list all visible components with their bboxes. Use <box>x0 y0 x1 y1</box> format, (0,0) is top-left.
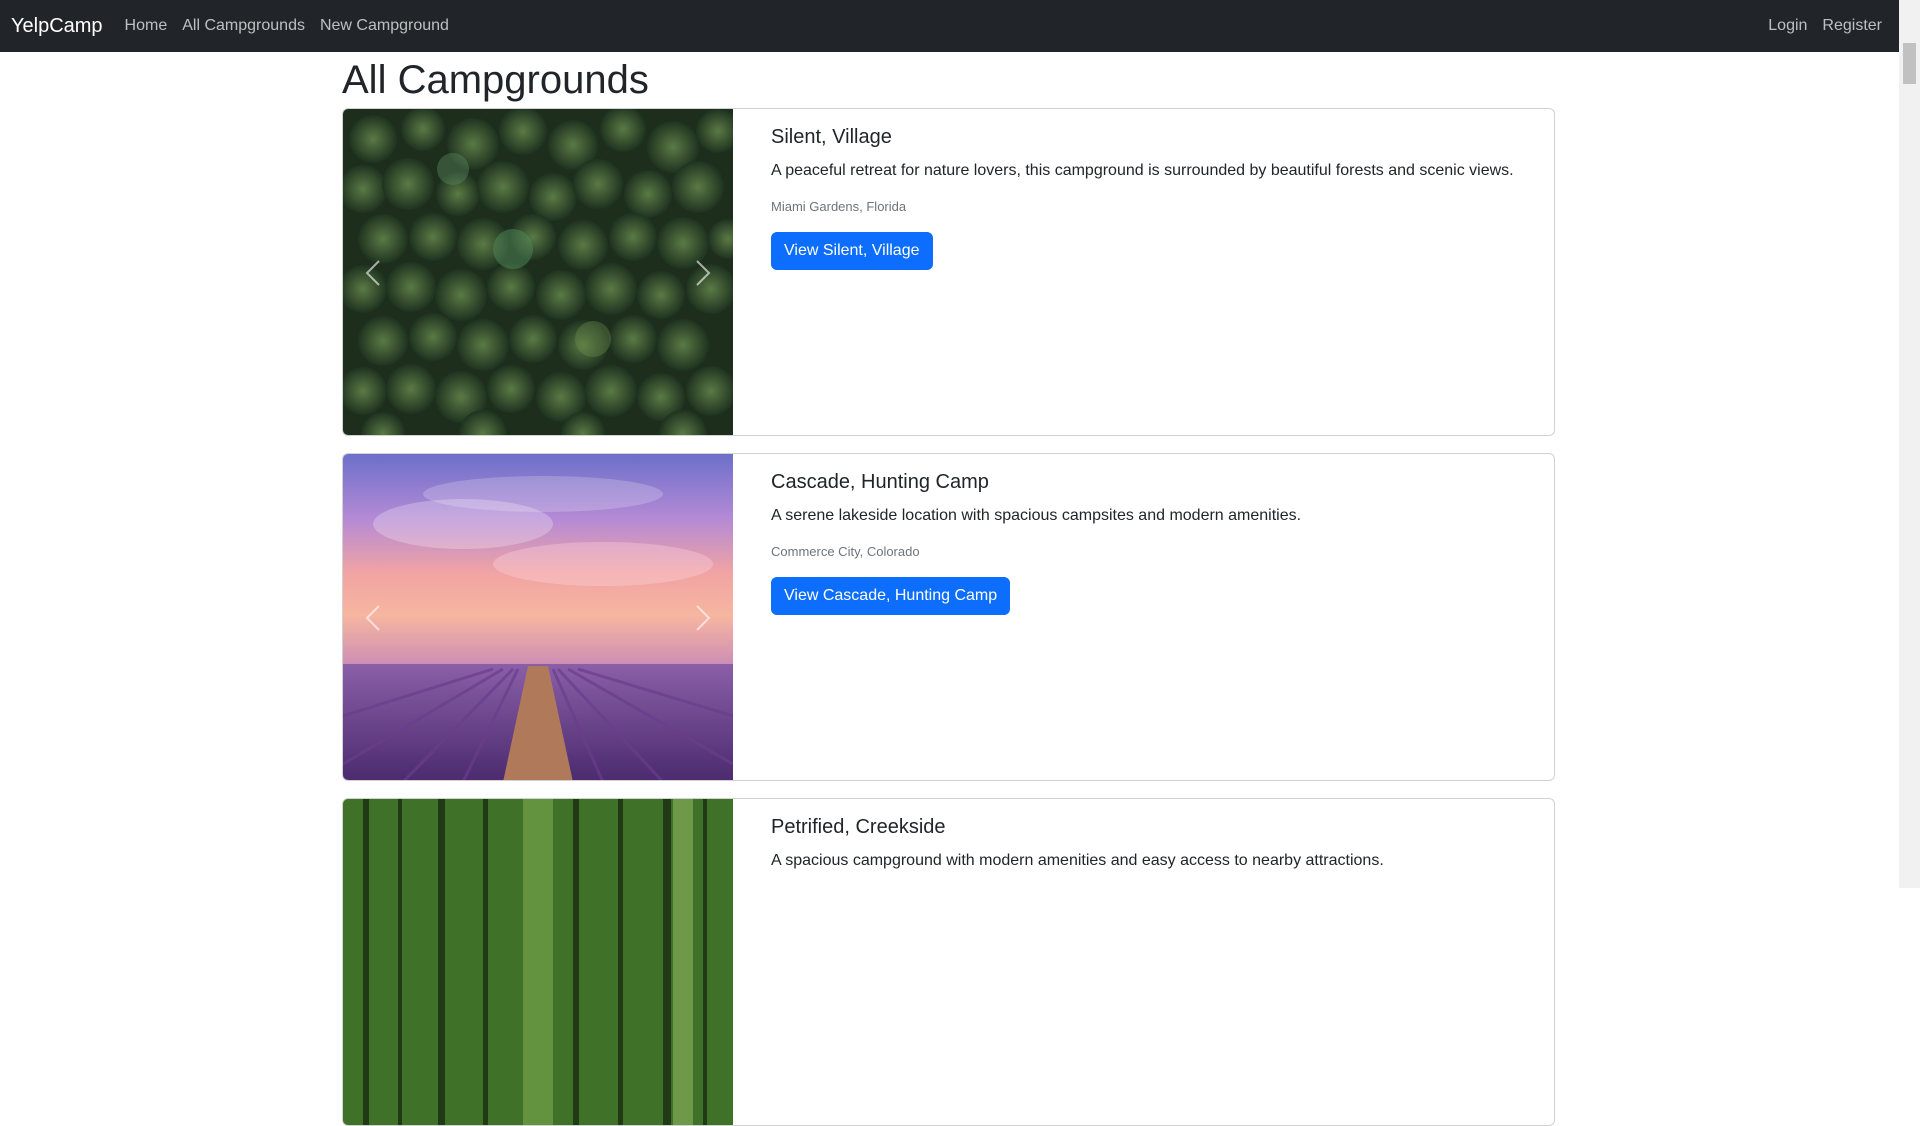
view-campground-button[interactable]: View Cascade, Hunting Camp <box>771 577 1011 615</box>
campground-location: Miami Gardens, Florida <box>771 199 907 214</box>
scrollbar-thumb[interactable] <box>1903 43 1916 84</box>
page-scrollbar[interactable] <box>1899 0 1920 888</box>
campground-title: Petrified, Creekside <box>771 816 946 838</box>
card-body: Petrified, Creekside A spacious campgrou… <box>771 813 1534 887</box>
campground-image <box>343 799 733 1125</box>
carousel-next-button[interactable] <box>688 253 718 293</box>
navbar: YelpCamp Home All Campgrounds New Campgr… <box>0 0 1899 52</box>
chevron-left-icon <box>365 605 380 631</box>
campground-description: A serene lakeside location with spacious… <box>771 507 1302 524</box>
nav-link-all-campgrounds[interactable]: All Campgrounds <box>182 17 305 35</box>
nav-right: Login Register <box>1753 17 1899 35</box>
campground-carousel <box>343 799 733 1125</box>
campground-location: Commerce City, Colorado <box>771 544 920 559</box>
card-body: Silent, Village A peaceful retreat for n… <box>771 123 1534 270</box>
page-title: All Campgrounds <box>342 58 649 102</box>
campground-card: Silent, Village A peaceful retreat for n… <box>342 108 1555 436</box>
nav-link-home[interactable]: Home <box>125 17 168 35</box>
campground-title: Cascade, Hunting Camp <box>771 471 989 493</box>
nav-link-register[interactable]: Register <box>1822 17 1882 35</box>
campground-description: A spacious campground with modern amenit… <box>771 852 1384 869</box>
campground-image <box>343 109 733 435</box>
campground-description: A peaceful retreat for nature lovers, th… <box>771 162 1514 179</box>
nav-link-login[interactable]: Login <box>1768 17 1807 35</box>
brand-link[interactable]: YelpCamp <box>11 15 103 38</box>
campground-card: Cascade, Hunting Camp A serene lakeside … <box>342 453 1555 781</box>
carousel-prev-button[interactable] <box>358 253 388 293</box>
campground-carousel <box>343 454 733 780</box>
campground-image <box>343 454 733 780</box>
nav-link-new-campground[interactable]: New Campground <box>320 17 449 35</box>
chevron-right-icon <box>696 605 711 631</box>
chevron-right-icon <box>696 260 711 286</box>
campground-carousel <box>343 109 733 435</box>
card-body: Cascade, Hunting Camp A serene lakeside … <box>771 468 1534 615</box>
campground-card: Petrified, Creekside A spacious campgrou… <box>342 798 1555 1126</box>
view-campground-button[interactable]: View Silent, Village <box>771 232 933 270</box>
carousel-prev-button[interactable] <box>358 598 388 638</box>
chevron-left-icon <box>365 260 380 286</box>
carousel-next-button[interactable] <box>688 598 718 638</box>
campground-title: Silent, Village <box>771 126 892 148</box>
